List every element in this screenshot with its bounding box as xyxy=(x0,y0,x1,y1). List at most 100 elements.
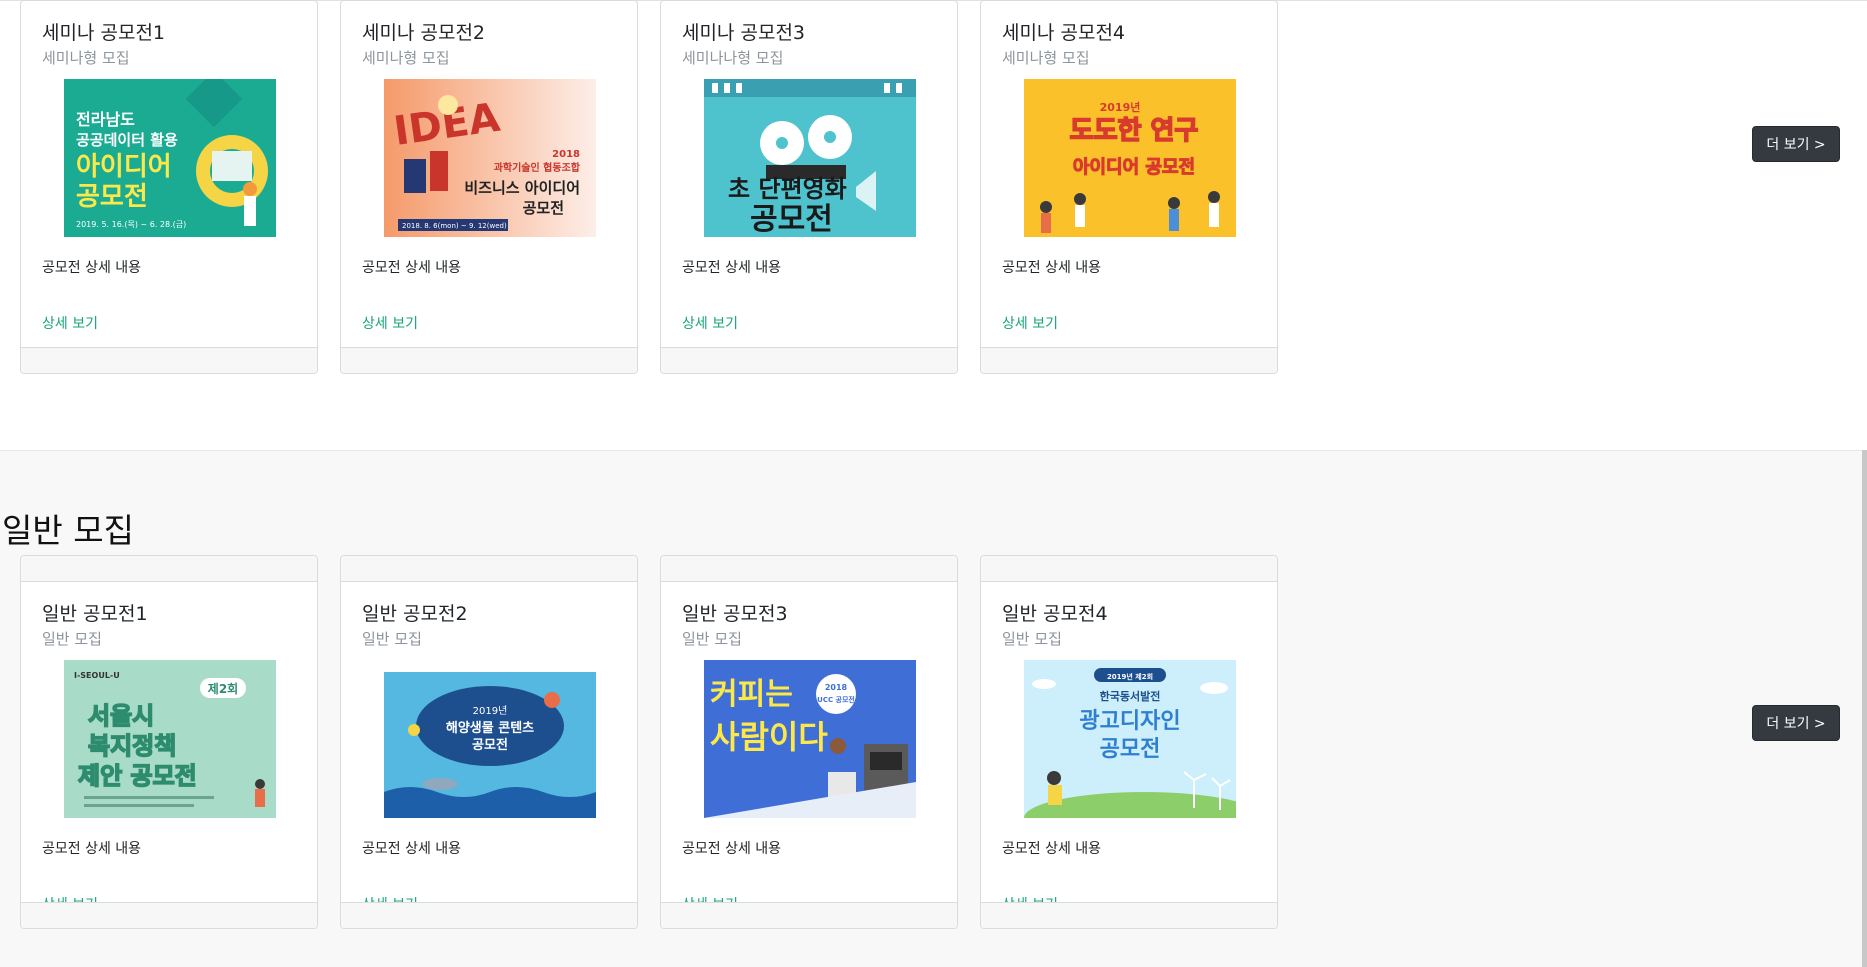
card-subtitle: 세미나형 모집 xyxy=(362,49,450,67)
card-text: 공모전 상세 내용 xyxy=(682,260,782,276)
people-illustration: 2019년 도도한 연구 아이디어 공모전 xyxy=(1024,79,1236,237)
contest-poster-image[interactable]: 커피는 사람이다. 2018 UCC 공모전 xyxy=(704,660,916,818)
contest-card: 세미나 공모전2 세미나형 모집 IDEA 2018 과학기술인 협동조합 비즈… xyxy=(340,0,638,374)
card-title: 일반 공모전2 xyxy=(362,603,468,625)
contest-poster-image[interactable]: I-SEOUL-U 제2회 서울시 복지정책 제안 공모전 xyxy=(64,660,276,818)
card-title: 일반 공모전4 xyxy=(1002,603,1108,625)
poster-line: 2018 xyxy=(825,683,848,692)
vertical-scrollbar[interactable] xyxy=(1862,450,1867,967)
poster-line: 2019년 제2회 xyxy=(1107,672,1153,681)
poster-date: 2019. 5. 16.(목) ~ 6. 28.(금) xyxy=(76,220,186,229)
card-text: 공모전 상세 내용 xyxy=(1002,841,1102,857)
poster-line: 아이디어 공모전 xyxy=(1073,157,1195,178)
detail-link[interactable]: 상세 보기 xyxy=(42,313,98,333)
poster-line: 제안 공모전 xyxy=(78,762,197,790)
card-title: 세미나 공모전1 xyxy=(42,22,166,44)
poster-line: 2019년 xyxy=(1100,100,1141,114)
card-header xyxy=(661,556,957,582)
card-subtitle: 세미나나형 모집 xyxy=(682,49,784,67)
card-text: 공모전 상세 내용 xyxy=(682,841,782,857)
poster-line: 해양생물 콘텐츠 xyxy=(446,720,534,736)
more-button[interactable]: 더 보기 > xyxy=(1752,126,1840,162)
general-section: 일반 모집 일반 공모전1 일반 모집 I-SEOUL-U 제2회 서울시 복지… xyxy=(0,451,1867,967)
card-subtitle: 일반 모집 xyxy=(1002,630,1062,648)
detail-link[interactable]: 상세 보기 xyxy=(1002,313,1058,333)
detail-link[interactable]: 상세 보기 xyxy=(682,313,738,333)
card-title: 세미나 공모전3 xyxy=(682,22,806,44)
card-text: 공모전 상세 내용 xyxy=(42,260,142,276)
poster-line: 커피는 xyxy=(710,677,793,712)
poster-line: 전라남도 xyxy=(76,110,135,129)
card-subtitle: 세미나형 모집 xyxy=(1002,49,1090,67)
contest-card: 일반 공모전1 일반 모집 I-SEOUL-U 제2회 서울시 복지정책 제안 … xyxy=(20,555,318,929)
poster-line: 사람이다. xyxy=(710,718,840,756)
seminar-section: 세미나 공모전1 세미나형 모집 전라남도 공공데이터 활용 아이디어 공모전 xyxy=(0,0,1867,450)
card-header xyxy=(21,556,317,582)
poster-line: 2019년 xyxy=(473,705,508,717)
poster-date: 2018. 8. 6(mon) ~ 9. 12(wed) xyxy=(402,222,507,230)
poster-line: 공모전 xyxy=(750,202,833,237)
poster-line: 공모전 xyxy=(523,199,564,217)
poster-line: 공공데이터 활용 xyxy=(76,131,178,149)
poster-line: 초 단편영화 xyxy=(728,175,847,203)
poster-line: 비즈니스 아이디어 xyxy=(464,179,580,197)
poster-line: 제2회 xyxy=(208,681,238,696)
detail-link[interactable]: 상세 보기 xyxy=(362,313,418,333)
card-title: 세미나 공모전4 xyxy=(1002,22,1126,44)
card-header xyxy=(341,556,637,582)
card-text: 공모전 상세 내용 xyxy=(362,841,462,857)
poster-line: 2018 xyxy=(552,149,580,160)
card-title: 일반 공모전3 xyxy=(682,603,788,625)
card-text: 공모전 상세 내용 xyxy=(362,260,462,276)
card-footer xyxy=(661,347,957,373)
poster-line: 공모전 xyxy=(472,737,508,753)
contest-poster-image[interactable]: 2019년 해양생물 콘텐츠 공모전 xyxy=(384,660,596,818)
contest-card: 세미나 공모전3 세미나나형 모집 초 단편영화 공모전 공모전 상세 내용 상… xyxy=(660,0,958,374)
poster-line: 도도한 연구 xyxy=(1070,116,1199,146)
idea-blocks-illustration: IDEA 2018 과학기술인 협동조합 비즈니스 아이디어 공모전 2018.… xyxy=(384,79,596,237)
poster-line: 서울시 xyxy=(88,702,154,730)
pie-chart-illustration: 전라남도 공공데이터 활용 아이디어 공모전 2019. 5. 16.(목) ~… xyxy=(64,79,276,237)
section-heading: 일반 모집 xyxy=(2,511,134,550)
poster-line: 과학기술인 협동조합 xyxy=(494,161,581,174)
contest-poster-image[interactable]: 초 단편영화 공모전 xyxy=(704,79,916,237)
contest-poster-image[interactable]: IDEA 2018 과학기술인 협동조합 비즈니스 아이디어 공모전 2018.… xyxy=(384,79,596,237)
card-header xyxy=(981,556,1277,582)
poster-line: I-SEOUL-U xyxy=(74,671,120,680)
card-footer xyxy=(21,347,317,373)
card-footer xyxy=(341,347,637,373)
card-title: 일반 공모전1 xyxy=(42,603,148,625)
contest-card: 일반 공모전2 일반 모집 2019년 해양생물 콘텐츠 공모전 공모전 상세 … xyxy=(340,555,638,929)
card-subtitle: 세미나형 모집 xyxy=(42,49,130,67)
poster-line: 공모전 xyxy=(1100,737,1161,762)
card-footer xyxy=(341,902,637,928)
wind-turbine-illustration: 2019년 제2회 한국동서발전 광고디자인 공모전 xyxy=(1024,660,1236,818)
contest-card: 일반 공모전4 일반 모집 2019년 제2회 한국동서발전 광고디자인 공모전 xyxy=(980,555,1278,929)
poster-line: 한국동서발전 xyxy=(1100,689,1161,703)
sea-life-illustration: 2019년 해양생물 콘텐츠 공모전 xyxy=(384,660,596,818)
poster-line: UCC 공모전 xyxy=(817,695,855,704)
people-illustration: I-SEOUL-U 제2회 서울시 복지정책 제안 공모전 xyxy=(64,660,276,818)
card-subtitle: 일반 모집 xyxy=(362,630,422,648)
film-reel-illustration: 초 단편영화 공모전 xyxy=(704,79,916,237)
contest-card: 일반 공모전3 일반 모집 커피는 사람이다. 2018 UCC 공모전 공모전… xyxy=(660,555,958,929)
card-subtitle: 일반 모집 xyxy=(682,630,742,648)
card-title: 세미나 공모전2 xyxy=(362,22,486,44)
contest-card: 세미나 공모전1 세미나형 모집 전라남도 공공데이터 활용 아이디어 공모전 xyxy=(20,0,318,374)
coffee-machine-illustration: 커피는 사람이다. 2018 UCC 공모전 xyxy=(704,660,916,818)
more-button[interactable]: 더 보기 > xyxy=(1752,705,1840,741)
card-text: 공모전 상세 내용 xyxy=(1002,260,1102,276)
card-text: 공모전 상세 내용 xyxy=(42,841,142,857)
card-subtitle: 일반 모집 xyxy=(42,630,102,648)
poster-line: 광고디자인 xyxy=(1079,709,1180,734)
card-footer xyxy=(21,902,317,928)
card-footer xyxy=(661,902,957,928)
card-footer xyxy=(981,347,1277,373)
contest-card: 세미나 공모전4 세미나형 모집 2019년 도도한 연구 아이디어 공모전 공… xyxy=(980,0,1278,374)
poster-line: 복지정책 xyxy=(88,732,176,760)
poster-line: 공모전 xyxy=(76,182,148,212)
poster-line: 아이디어 xyxy=(76,152,172,182)
contest-poster-image[interactable]: 2019년 제2회 한국동서발전 광고디자인 공모전 xyxy=(1024,660,1236,818)
contest-poster-image[interactable]: 2019년 도도한 연구 아이디어 공모전 xyxy=(1024,79,1236,237)
contest-poster-image[interactable]: 전라남도 공공데이터 활용 아이디어 공모전 2019. 5. 16.(목) ~… xyxy=(64,79,276,237)
